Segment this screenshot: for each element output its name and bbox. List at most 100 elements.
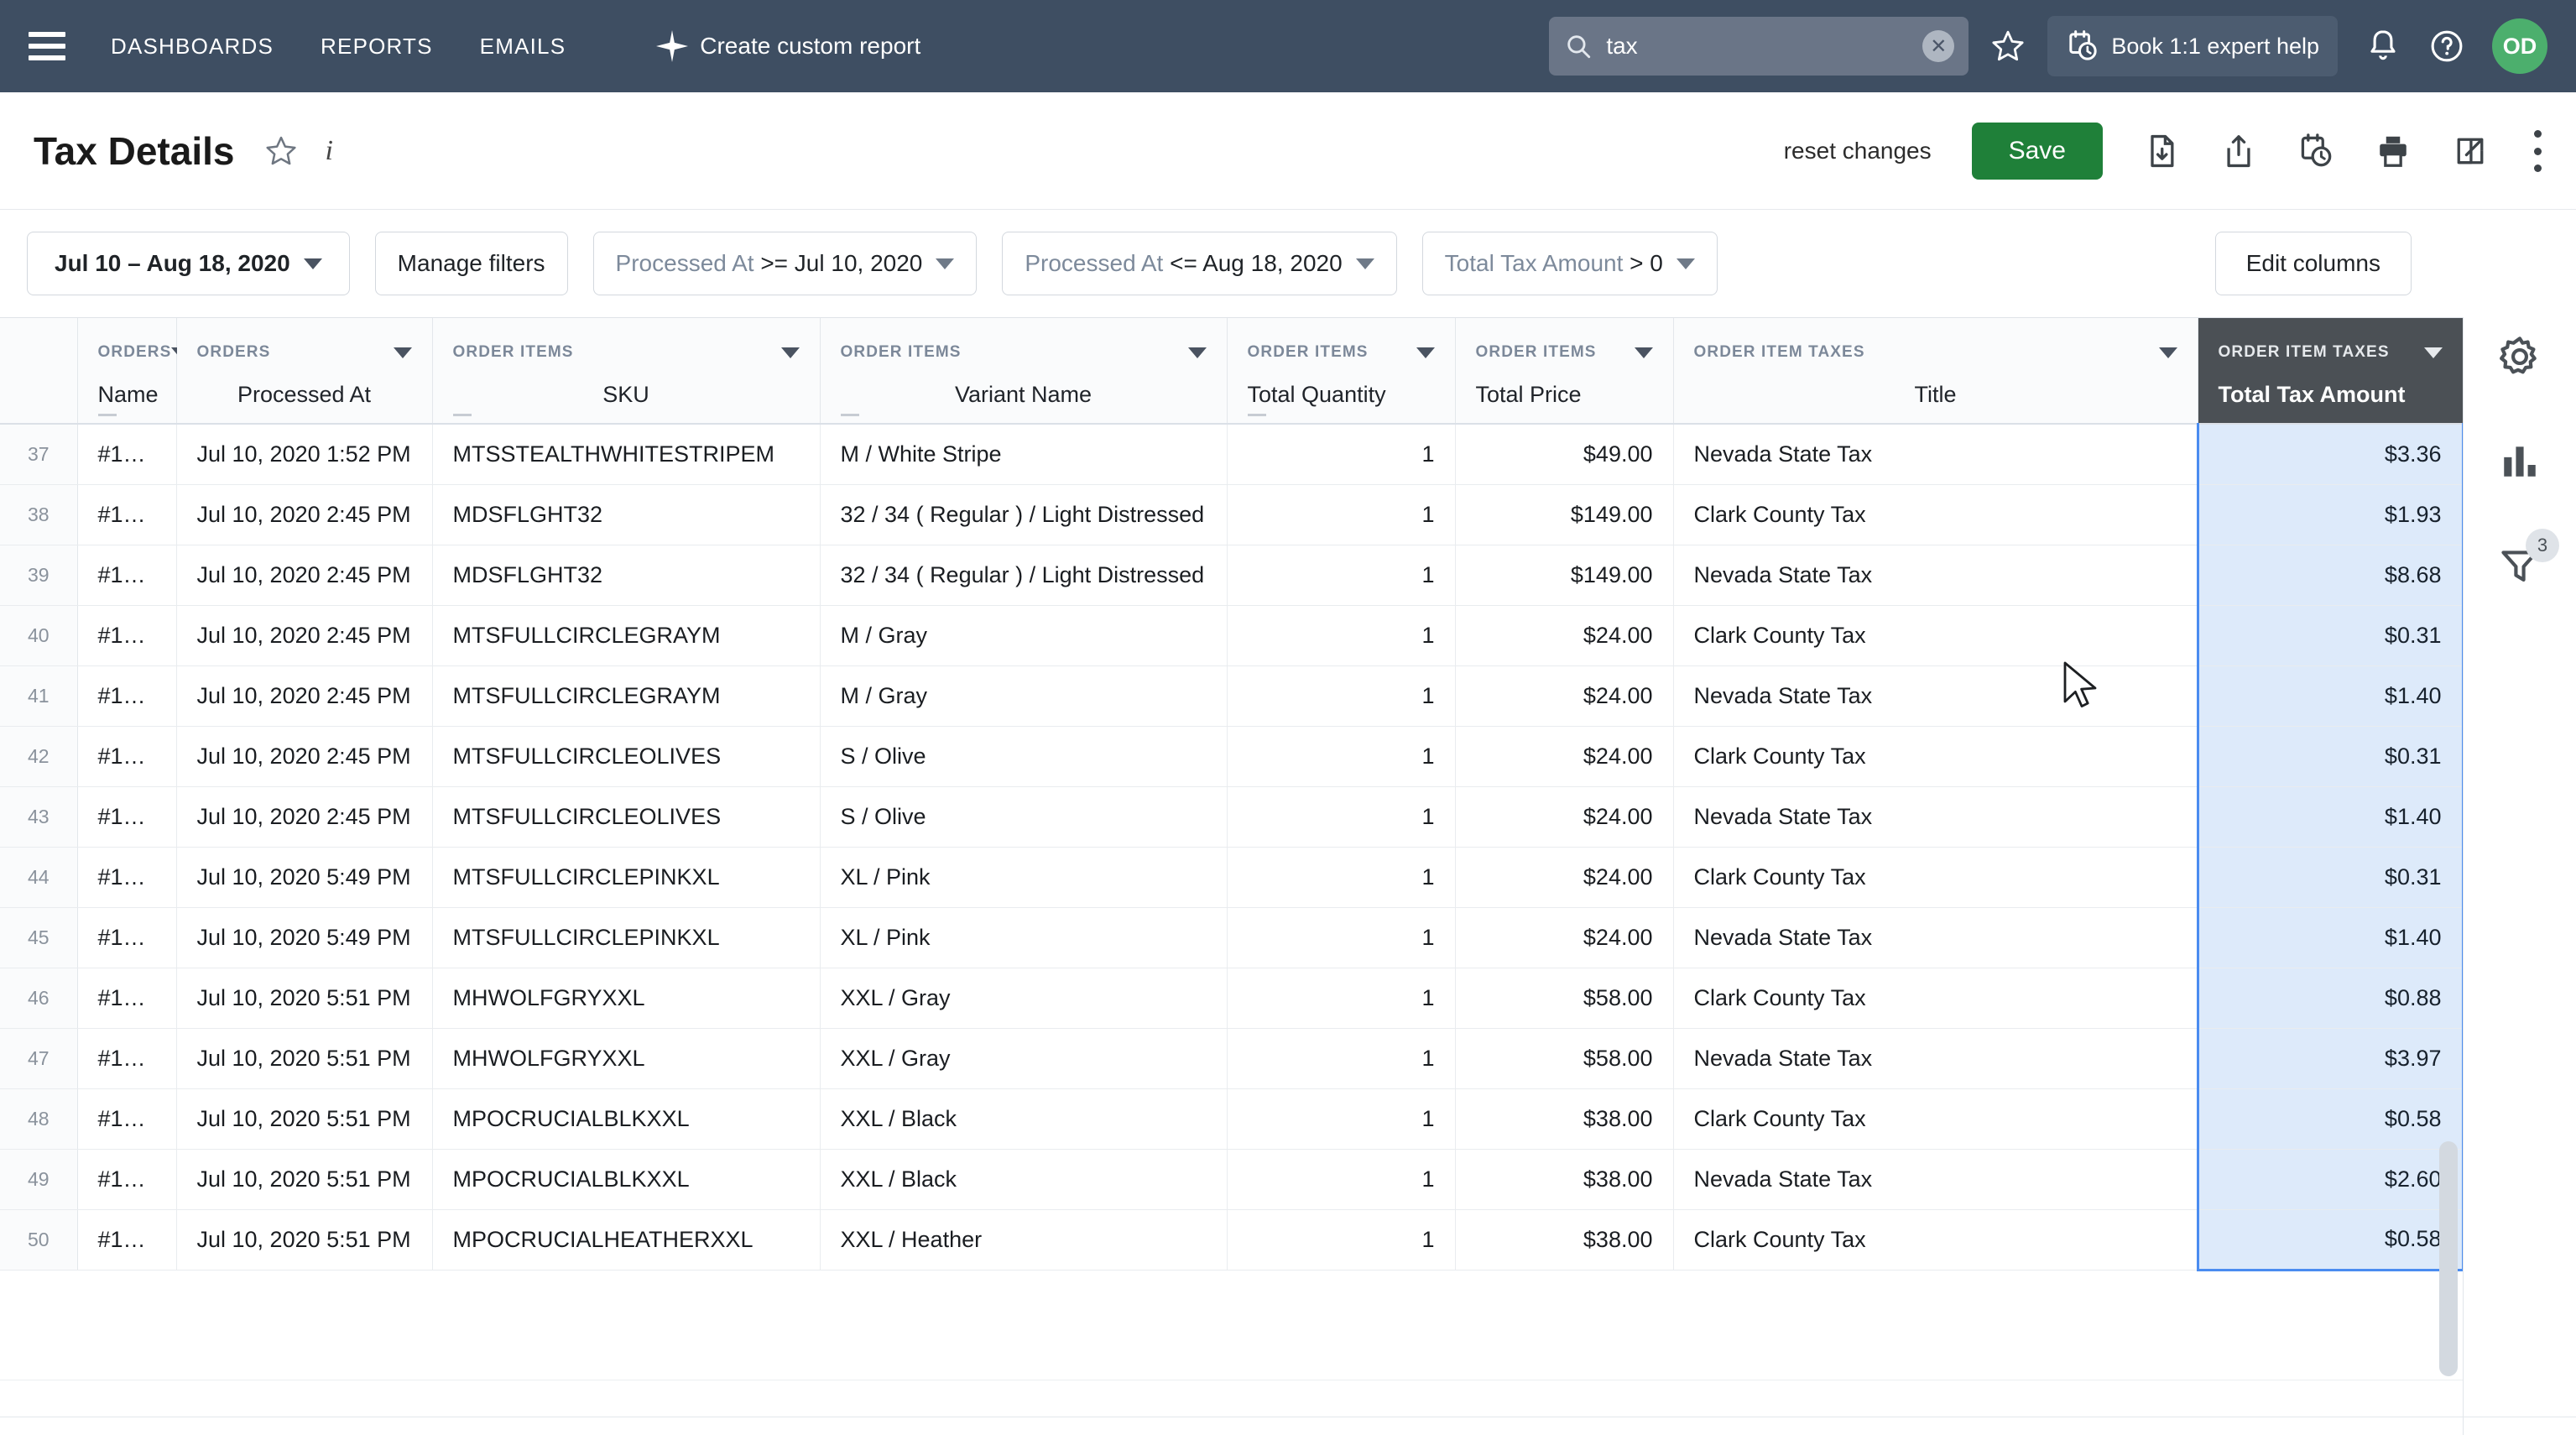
cell-qty[interactable]: 1 — [1227, 424, 1456, 485]
cell-tax[interactable]: $0.58 — [2196, 1209, 2463, 1271]
cell-title[interactable]: Nevada State Tax — [1673, 1028, 2198, 1089]
table-row[interactable]: 46#126332Jul 10, 2020 5:51 PMMHWOLFGRYXX… — [0, 968, 2463, 1029]
cell-price[interactable]: $24.00 — [1455, 786, 1674, 848]
table-row[interactable]: 49#126332Jul 10, 2020 5:51 PMMPOCRUCIALB… — [0, 1149, 2463, 1210]
filter-chip-total-tax-amount[interactable]: Total Tax Amount > 0 — [1421, 232, 1718, 295]
table-row[interactable]: 44#126331Jul 10, 2020 5:49 PMMTSFULLCIRC… — [0, 847, 2463, 908]
cell-qty[interactable]: 1 — [1227, 484, 1456, 545]
cell-sku[interactable]: MPOCRUCIALBLKXXL — [432, 1149, 821, 1210]
download-icon[interactable] — [2143, 133, 2180, 170]
nav-link-emails[interactable]: EMAILS — [480, 34, 566, 60]
search-box[interactable]: ✕ — [1549, 17, 1969, 76]
date-range-filter[interactable]: Jul 10 – Aug 18, 2020 — [27, 232, 350, 295]
manage-filters-button[interactable]: Manage filters — [374, 232, 568, 295]
cell-variant[interactable]: 32 / 34 ( Regular ) / Light Distressed — [820, 484, 1228, 545]
cell-name[interactable]: #126332 — [77, 1088, 177, 1150]
cell-tax[interactable]: $0.58 — [2196, 1088, 2463, 1150]
cell-variant[interactable]: M / White Stripe — [820, 424, 1228, 485]
table-row[interactable]: 42#126305Jul 10, 2020 2:45 PMMTSFULLCIRC… — [0, 726, 2463, 787]
chevron-down-icon[interactable] — [393, 347, 412, 358]
cell-tax[interactable]: $0.88 — [2196, 968, 2463, 1029]
cell-tax[interactable]: $1.93 — [2196, 484, 2463, 545]
cell-price[interactable]: $38.00 — [1455, 1209, 1674, 1271]
book-expert-help-button[interactable]: Book 1:1 expert help — [2047, 16, 2338, 76]
chevron-down-icon[interactable] — [2158, 347, 2177, 358]
cell-tax[interactable]: $1.40 — [2196, 786, 2463, 848]
cell-processed-at[interactable]: Jul 10, 2020 5:51 PM — [176, 968, 433, 1029]
notifications-bell-icon[interactable] — [2365, 28, 2401, 65]
nav-link-dashboards[interactable]: DASHBOARDS — [111, 34, 274, 60]
cell-processed-at[interactable]: Jul 10, 2020 1:52 PM — [176, 424, 433, 485]
cell-price[interactable]: $24.00 — [1455, 907, 1674, 968]
cell-name[interactable]: #126305 — [77, 665, 177, 727]
cell-processed-at[interactable]: Jul 10, 2020 5:51 PM — [176, 1209, 433, 1271]
cell-variant[interactable]: S / Olive — [820, 726, 1228, 787]
cell-variant[interactable]: XXL / Gray — [820, 968, 1228, 1029]
cell-title[interactable]: Nevada State Tax — [1673, 1149, 2198, 1210]
cell-title[interactable]: Nevada State Tax — [1673, 665, 2198, 727]
cell-price[interactable]: $38.00 — [1455, 1088, 1674, 1150]
reset-changes-button[interactable]: reset changes — [1784, 138, 1932, 164]
cell-price[interactable]: $24.00 — [1455, 847, 1674, 908]
cell-variant[interactable]: XXL / Black — [820, 1088, 1228, 1150]
table-row[interactable]: 37#126298Jul 10, 2020 1:52 PMMTSSTEALTHW… — [0, 424, 2463, 485]
favorite-star-icon[interactable] — [1990, 29, 2026, 64]
column-header-variant-name[interactable]: ORDER ITEMS Variant Name — [820, 318, 1228, 425]
clear-search-icon[interactable]: ✕ — [1922, 30, 1955, 62]
cell-processed-at[interactable]: Jul 10, 2020 2:45 PM — [176, 484, 433, 545]
table-row[interactable]: 50#126332Jul 10, 2020 5:51 PMMPOCRUCIALH… — [0, 1209, 2463, 1271]
cell-name[interactable]: #126331 — [77, 907, 177, 968]
cell-processed-at[interactable]: Jul 10, 2020 2:45 PM — [176, 726, 433, 787]
bar-chart-icon[interactable] — [2499, 440, 2541, 482]
table-row[interactable]: 48#126332Jul 10, 2020 5:51 PMMPOCRUCIALB… — [0, 1088, 2463, 1150]
save-button[interactable]: Save — [1971, 123, 2103, 180]
cell-qty[interactable]: 1 — [1227, 545, 1456, 606]
chevron-down-icon[interactable] — [2423, 347, 2443, 358]
cell-qty[interactable]: 1 — [1227, 726, 1456, 787]
cell-variant[interactable]: M / Gray — [820, 665, 1228, 727]
search-input[interactable] — [1606, 33, 1910, 60]
cell-qty[interactable]: 1 — [1227, 1028, 1456, 1089]
cell-name[interactable]: #126332 — [77, 1209, 177, 1271]
cell-title[interactable]: Clark County Tax — [1673, 484, 2198, 545]
column-header-processed-at[interactable]: ORDERS Processed At — [176, 318, 433, 425]
chevron-down-icon[interactable] — [1416, 347, 1435, 358]
cell-price[interactable]: $38.00 — [1455, 1149, 1674, 1210]
table-row[interactable]: 39#126305Jul 10, 2020 2:45 PMMDSFLGHT323… — [0, 545, 2463, 606]
cell-processed-at[interactable]: Jul 10, 2020 5:51 PM — [176, 1149, 433, 1210]
favorite-star-icon[interactable] — [264, 134, 298, 168]
cell-title[interactable]: Nevada State Tax — [1673, 545, 2198, 606]
cell-price[interactable]: $24.00 — [1455, 726, 1674, 787]
cell-sku[interactable]: MTSFULLCIRCLEPINKXL — [432, 907, 821, 968]
cell-sku[interactable]: MTSFULLCIRCLEPINKXL — [432, 847, 821, 908]
cell-tax[interactable]: $2.60 — [2196, 1149, 2463, 1210]
column-header-sku[interactable]: ORDER ITEMS SKU — [432, 318, 821, 425]
cell-processed-at[interactable]: Jul 10, 2020 5:49 PM — [176, 847, 433, 908]
cell-qty[interactable]: 1 — [1227, 665, 1456, 727]
cell-title[interactable]: Clark County Tax — [1673, 968, 2198, 1029]
cell-title[interactable]: Nevada State Tax — [1673, 786, 2198, 848]
column-header-total-quantity[interactable]: ORDER ITEMS Total Quantity — [1227, 318, 1456, 425]
cell-name[interactable]: #126298 — [77, 424, 177, 485]
cell-sku[interactable]: MTSSTEALTHWHITESTRIPEM — [432, 424, 821, 485]
cell-price[interactable]: $58.00 — [1455, 1028, 1674, 1089]
column-header-total-tax-amount[interactable]: ORDER ITEM TAXES Total Tax Amount — [2198, 318, 2463, 425]
cell-title[interactable]: Clark County Tax — [1673, 1088, 2198, 1150]
hamburger-icon[interactable] — [29, 32, 65, 60]
cell-processed-at[interactable]: Jul 10, 2020 2:45 PM — [176, 605, 433, 666]
cell-sku[interactable]: MTSFULLCIRCLEOLIVES — [432, 786, 821, 848]
column-header-title[interactable]: ORDER ITEM TAXES Title — [1673, 318, 2198, 425]
cell-qty[interactable]: 1 — [1227, 907, 1456, 968]
cell-processed-at[interactable]: Jul 10, 2020 5:49 PM — [176, 907, 433, 968]
gear-icon[interactable] — [2499, 336, 2541, 378]
cell-variant[interactable]: XXL / Heather — [820, 1209, 1228, 1271]
cell-variant[interactable]: XL / Pink — [820, 847, 1228, 908]
cell-processed-at[interactable]: Jul 10, 2020 5:51 PM — [176, 1028, 433, 1089]
cell-sku[interactable]: MDSFLGHT32 — [432, 484, 821, 545]
chevron-down-icon[interactable] — [1187, 347, 1207, 358]
cell-sku[interactable]: MDSFLGHT32 — [432, 545, 821, 606]
cell-variant[interactable]: XXL / Gray — [820, 1028, 1228, 1089]
cell-name[interactable]: #126331 — [77, 847, 177, 908]
table-row[interactable]: 45#126331Jul 10, 2020 5:49 PMMTSFULLCIRC… — [0, 907, 2463, 968]
nav-link-reports[interactable]: REPORTS — [321, 34, 433, 60]
